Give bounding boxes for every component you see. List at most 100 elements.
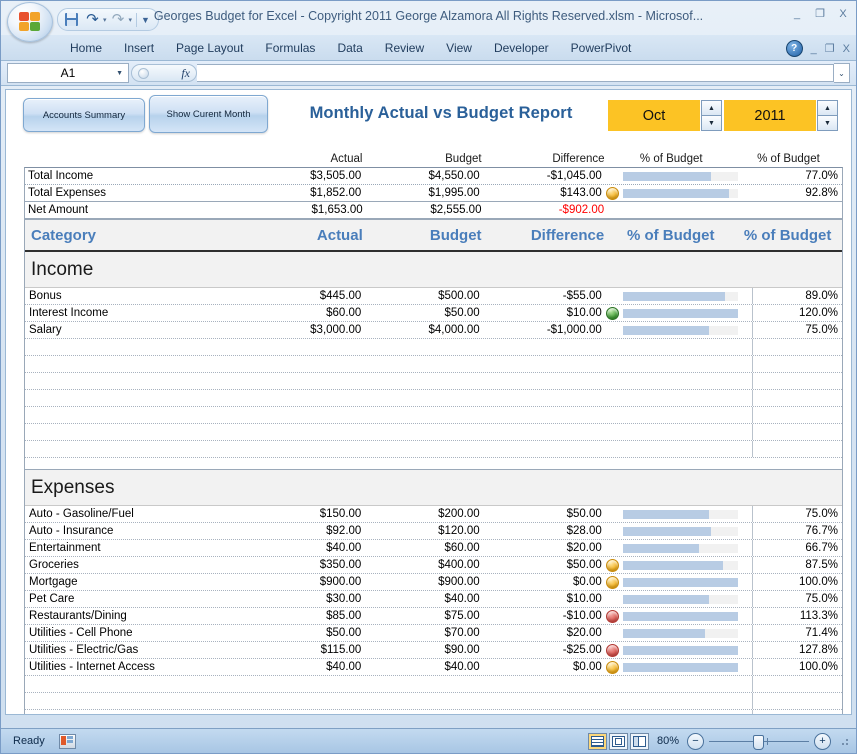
year-selector: 2011 ▲ ▼ (724, 100, 838, 131)
report-toolbar: Accounts Summary Show Curent Month Month… (6, 90, 851, 142)
table-row[interactable]: Auto - Insurance$92.00$120.00$28.0076.7% (25, 523, 842, 540)
row-category: Auto - Gasoline/Fuel (25, 508, 241, 520)
data-bar-cell (623, 578, 738, 587)
column-divider (752, 693, 753, 709)
table-row[interactable]: Utilities - Internet Access$40.00$40.00$… (25, 659, 842, 676)
row-actual: $40.00 (241, 661, 361, 673)
office-button[interactable] (7, 2, 53, 42)
year-value[interactable]: 2011 (724, 100, 816, 131)
ribbon-close-button[interactable]: X (843, 43, 850, 55)
zoom-in-button[interactable]: + (814, 733, 831, 750)
table-row[interactable]: Pet Care$30.00$40.00$10.0075.0% (25, 591, 842, 608)
empty-table-row[interactable] (25, 676, 842, 693)
resize-grip-icon[interactable] (841, 736, 851, 746)
zoom-out-button[interactable]: − (687, 733, 704, 750)
table-row[interactable]: Auto - Gasoline/Fuel$150.00$200.00$50.00… (25, 506, 842, 523)
zoom-handle[interactable] (753, 735, 764, 750)
col-header-actual: Actual (242, 227, 363, 244)
summary-table: Actual Budget Difference % of Budget % o… (24, 150, 843, 219)
accounts-summary-button[interactable]: Accounts Summary (23, 98, 145, 132)
year-spinner-up-icon[interactable]: ▲ (817, 100, 838, 115)
table-row[interactable]: Utilities - Cell Phone$50.00$70.00$20.00… (25, 625, 842, 642)
tab-powerpivot[interactable]: PowerPivot (560, 38, 643, 60)
ribbon-restore-button[interactable]: ❐ (825, 42, 835, 55)
month-spinner-up-icon[interactable]: ▲ (701, 100, 722, 115)
data-bar-fill (623, 612, 738, 621)
formula-bar-expand-icon[interactable]: ⌄ (834, 63, 850, 83)
column-divider (752, 591, 753, 607)
empty-table-row[interactable] (25, 390, 842, 407)
help-icon[interactable]: ? (786, 40, 803, 57)
macro-record-icon[interactable] (59, 734, 76, 749)
row-budget: $40.00 (361, 593, 479, 605)
undo-dropdown-icon[interactable]: ▾ (103, 16, 107, 24)
tab-view[interactable]: View (435, 38, 483, 60)
row-actual: $40.00 (241, 542, 361, 554)
empty-table-row[interactable] (25, 339, 842, 356)
empty-table-row[interactable] (25, 441, 842, 458)
table-row[interactable]: Mortgage$900.00$900.00$0.00100.0% (25, 574, 842, 591)
table-row[interactable]: Restaurants/Dining$85.00$75.00-$10.00113… (25, 608, 842, 625)
customize-qat-icon[interactable]: ▼ (141, 15, 150, 25)
redo-icon[interactable]: ↷ (109, 11, 128, 28)
minimize-button[interactable]: _ (790, 8, 804, 20)
summary-header-actual: Actual (241, 153, 362, 165)
tab-insert[interactable]: Insert (113, 38, 165, 60)
ribbon-minimize-button[interactable]: _ (811, 43, 817, 55)
page-layout-view-button[interactable] (609, 733, 628, 750)
empty-table-row[interactable] (25, 356, 842, 373)
row-actual: $30.00 (241, 593, 361, 605)
tab-page-layout[interactable]: Page Layout (165, 38, 254, 60)
detail-header-row: Category Actual Budget Difference % of B… (25, 220, 842, 252)
tab-data[interactable]: Data (326, 38, 373, 60)
table-row[interactable]: Salary$3,000.00$4,000.00-$1,000.0075.0% (25, 322, 842, 339)
page-break-view-button[interactable] (630, 733, 649, 750)
summary-row-budget: $4,550.00 (361, 170, 479, 182)
year-spinner-down-icon[interactable]: ▼ (817, 115, 838, 131)
table-row[interactable]: Utilities - Electric/Gas$115.00$90.00-$2… (25, 642, 842, 659)
column-divider (752, 305, 753, 321)
redo-dropdown-icon[interactable]: ▾ (129, 16, 133, 24)
table-row[interactable]: Entertainment$40.00$60.00$20.0066.7% (25, 540, 842, 557)
name-box[interactable]: A1 ▼ (7, 63, 129, 83)
save-icon[interactable] (62, 11, 81, 28)
row-budget: $4,000.00 (361, 324, 479, 336)
restore-button[interactable]: ❐ (813, 7, 827, 20)
empty-table-row[interactable] (25, 710, 842, 715)
tab-review[interactable]: Review (374, 38, 435, 60)
name-box-dropdown-icon[interactable]: ▼ (116, 70, 123, 77)
zoom-level[interactable]: 80% (657, 735, 679, 747)
summary-row: Total Expenses$1,852.00$1,995.00$143.009… (25, 185, 842, 202)
show-current-month-button[interactable]: Show Curent Month (149, 95, 268, 133)
table-row[interactable]: Bonus$445.00$500.00-$55.0089.0% (25, 288, 842, 305)
fx-icon[interactable]: fx (181, 66, 190, 81)
month-spinner: ▲ ▼ (701, 100, 722, 131)
month-value[interactable]: Oct (608, 100, 700, 131)
table-row[interactable]: Interest Income$60.00$50.00$10.00120.0% (25, 305, 842, 322)
formula-input[interactable] (197, 64, 834, 82)
empty-table-row[interactable] (25, 373, 842, 390)
row-budget: $60.00 (361, 542, 479, 554)
row-difference: $10.00 (480, 307, 602, 319)
undo-icon[interactable]: ↶ (83, 11, 102, 28)
insert-function-zone[interactable]: fx (131, 64, 197, 82)
window-controls: _ ❐ X (790, 7, 850, 20)
normal-view-button[interactable] (588, 733, 607, 750)
tab-developer[interactable]: Developer (483, 38, 560, 60)
tab-formulas[interactable]: Formulas (254, 38, 326, 60)
row-difference: $20.00 (480, 542, 602, 554)
empty-table-row[interactable] (25, 693, 842, 710)
month-spinner-down-icon[interactable]: ▼ (701, 115, 722, 131)
empty-table-row[interactable] (25, 407, 842, 424)
row-pct: 113.3% (738, 610, 842, 622)
tab-home[interactable]: Home (59, 38, 113, 60)
row-difference: $50.00 (480, 559, 602, 571)
close-button[interactable]: X (836, 8, 850, 20)
zoom-track[interactable] (709, 741, 809, 742)
row-budget: $75.00 (361, 610, 479, 622)
formula-collapse-icon[interactable] (138, 68, 149, 79)
empty-table-row[interactable] (25, 424, 842, 441)
row-pct: 71.4% (738, 627, 842, 639)
summary-row-difference: -$902.00 (481, 204, 604, 216)
table-row[interactable]: Groceries$350.00$400.00$50.0087.5% (25, 557, 842, 574)
